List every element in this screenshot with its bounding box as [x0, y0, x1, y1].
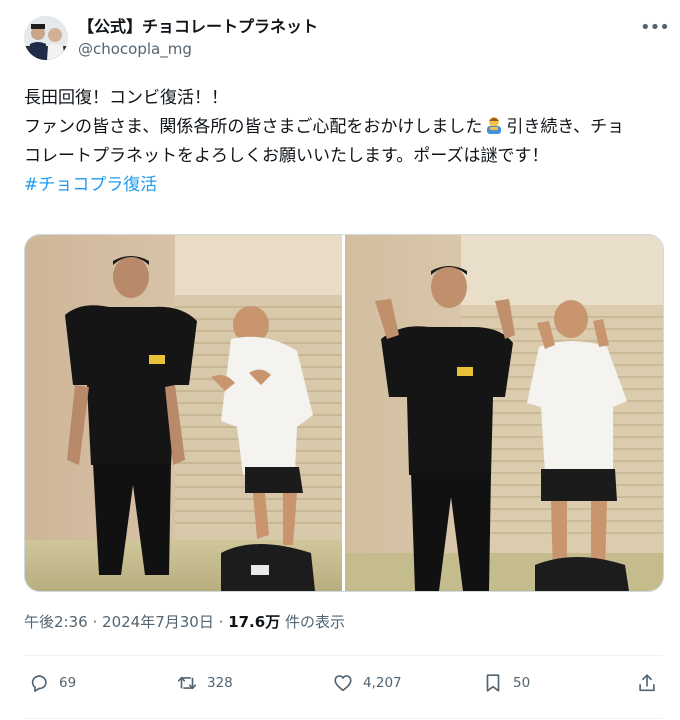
media-grid: [24, 234, 664, 592]
bookmark-count: 50: [513, 675, 531, 691]
reply-button[interactable]: 69: [28, 670, 76, 696]
post-text-paragraph: ファンの皆さま、関係各所の皆さまご心配をおかけしました 引き続き、チョコレートプラ…: [24, 113, 638, 171]
post-text-segment: ファンの皆さま、関係各所の皆さまご心配をおかけしました: [24, 117, 483, 137]
reply-count: 69: [59, 675, 77, 691]
meta-separator: ·: [218, 613, 224, 631]
repost-count: 328: [207, 675, 233, 691]
post-date[interactable]: 2024年7月30日: [102, 613, 214, 631]
share-button[interactable]: [636, 670, 658, 696]
handle[interactable]: @chocopla_mg: [78, 39, 318, 59]
divider: [24, 655, 662, 656]
bookmark-icon: [486, 674, 500, 692]
meta-separator: ·: [92, 613, 98, 631]
more-options-icon[interactable]: •••: [640, 16, 670, 40]
post-text-line: 長田回復！コンビ復活！！: [24, 88, 228, 108]
repost-arrows-icon: [177, 676, 197, 690]
photo-right[interactable]: [345, 235, 663, 591]
views-count[interactable]: 17.6万: [228, 613, 280, 631]
hashtag-link[interactable]: #チョコプラ復活: [24, 175, 157, 195]
author-names: 【公式】チョコレートプラネット @chocopla_mg: [78, 16, 318, 59]
divider: [24, 718, 662, 719]
speech-bubble-icon: [31, 675, 47, 692]
share-upload-icon: [639, 674, 655, 692]
like-count: 4,207: [363, 675, 402, 691]
post-header: 【公式】チョコレートプラネット @chocopla_mg •••: [24, 16, 670, 66]
action-bar: 69 328 4,207 50: [24, 664, 664, 704]
photo-left[interactable]: [25, 235, 342, 591]
bowing-person-emoji-icon: [487, 117, 502, 134]
post-text: 長田回復！コンビ復活！！ ファンの皆さま、関係各所の皆さまご心配をおかけしました…: [24, 84, 638, 200]
like-button[interactable]: 4,207: [332, 670, 402, 696]
repost-button[interactable]: 328: [176, 670, 233, 696]
avatar[interactable]: [24, 16, 68, 60]
post-meta: 午後2:36 · 2024年7月30日 · 17.6万 件の表示: [24, 611, 345, 633]
bookmark-button[interactable]: 50: [482, 670, 530, 696]
views-label: 件の表示: [284, 613, 345, 631]
heart-icon: [334, 675, 352, 692]
post-time[interactable]: 午後2:36: [24, 613, 88, 631]
display-name[interactable]: 【公式】チョコレートプラネット: [78, 16, 318, 38]
